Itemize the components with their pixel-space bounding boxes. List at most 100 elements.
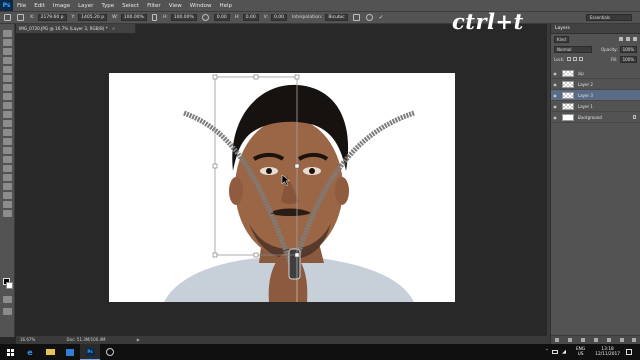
x-field[interactable]: 2179.60 p <box>37 14 67 21</box>
menu-type[interactable]: Type <box>97 3 118 9</box>
healing-brush-tool-icon[interactable] <box>2 84 12 91</box>
input-language[interactable]: ENG US <box>576 347 585 357</box>
canvas-area[interactable] <box>16 33 547 335</box>
fill-field[interactable]: 100% <box>619 55 637 63</box>
layer-row-zip[interactable]: ◉ zip <box>551 68 640 79</box>
history-brush-tool-icon[interactable] <box>2 111 12 118</box>
background-color-swatch[interactable] <box>6 282 13 289</box>
tab-layers[interactable]: Layers <box>551 24 640 34</box>
document-tab[interactable]: IMG_0720.JPG @ 16.7% (Layer 3, RGB/8) * × <box>16 24 136 33</box>
camera-icon <box>106 348 114 356</box>
new-layer-icon[interactable] <box>619 338 624 342</box>
notifications-icon[interactable] <box>626 349 632 355</box>
zoom-tool-icon[interactable] <box>2 201 12 208</box>
commit-transform-icon[interactable]: ✓ <box>379 14 386 21</box>
clone-stamp-tool-icon[interactable] <box>2 102 12 109</box>
start-button[interactable] <box>0 348 20 356</box>
hand-tool-icon[interactable] <box>2 192 12 199</box>
close-document-icon[interactable]: × <box>112 26 116 31</box>
warp-icon[interactable] <box>352 14 360 21</box>
menu-window[interactable]: Window <box>186 3 216 9</box>
reference-point-icon[interactable] <box>17 14 24 21</box>
taskbar-store[interactable] <box>60 344 80 360</box>
lock-position-icon[interactable] <box>573 57 578 61</box>
filter-adjustment-icon[interactable] <box>626 37 630 41</box>
eyedropper-tool-icon[interactable] <box>2 75 12 82</box>
lasso-tool-icon[interactable] <box>2 48 12 55</box>
blend-mode-select[interactable]: Normal <box>554 45 592 53</box>
visibility-eye-icon[interactable]: ◉ <box>551 82 559 87</box>
screen-mode-icon[interactable] <box>3 308 12 315</box>
lock-all-icon[interactable] <box>579 57 584 61</box>
layer-style-icon[interactable] <box>568 338 573 342</box>
delete-layer-icon[interactable] <box>632 338 637 342</box>
gradient-tool-icon[interactable] <box>2 129 12 136</box>
layer-row-background[interactable]: ◉ Background <box>551 112 640 123</box>
opacity-field[interactable]: 100% <box>619 45 637 53</box>
document-canvas[interactable] <box>109 73 455 302</box>
layer-filter-row: Kind <box>551 34 640 44</box>
move-tool-icon[interactable] <box>2 30 12 37</box>
menu-layer[interactable]: Layer <box>74 3 97 9</box>
zoom-level[interactable]: 16.67% <box>20 337 35 342</box>
taskbar-explorer[interactable] <box>40 344 60 360</box>
visibility-eye-icon[interactable]: ◉ <box>551 115 559 120</box>
region-code: US <box>577 352 584 357</box>
quick-select-tool-icon[interactable] <box>2 57 12 64</box>
volume-icon[interactable]: ◢ <box>562 349 566 355</box>
menu-file[interactable]: File <box>13 3 30 9</box>
menu-edit[interactable]: Edit <box>30 3 49 9</box>
filter-type-icon[interactable] <box>633 37 637 41</box>
taskbar-photoshop[interactable]: Ps <box>80 344 100 360</box>
show-hidden-icons-icon[interactable]: ˄ <box>546 349 549 355</box>
vskew-field[interactable]: 0.00 <box>270 14 287 21</box>
workspace-switcher[interactable]: Essentials <box>586 14 632 21</box>
taskbar-edge[interactable]: e <box>20 344 40 360</box>
visibility-eye-icon[interactable]: ◉ <box>551 71 559 76</box>
visibility-eye-icon[interactable]: ◉ <box>551 104 559 109</box>
pen-tool-icon[interactable] <box>2 156 12 163</box>
dodge-tool-icon[interactable] <box>2 147 12 154</box>
battery-icon[interactable] <box>552 350 559 354</box>
visibility-eye-icon[interactable]: ◉ <box>551 93 559 98</box>
shape-tool-icon[interactable] <box>2 183 12 190</box>
menu-select[interactable]: Select <box>118 3 143 9</box>
adjustment-layer-icon[interactable] <box>593 338 598 342</box>
eraser-tool-icon[interactable] <box>2 120 12 127</box>
layer-row-layer-3[interactable]: ◉ Layer 3 <box>551 90 640 101</box>
height-field[interactable]: 100.00% <box>170 14 197 21</box>
clock[interactable]: 13:18 12/11/2017 <box>595 347 620 357</box>
layer-row-layer-2[interactable]: ◉ Layer 2 <box>551 79 640 90</box>
new-group-icon[interactable] <box>606 338 611 342</box>
crop-tool-icon[interactable] <box>2 66 12 73</box>
menu-image[interactable]: Image <box>49 3 74 9</box>
link-layers-icon[interactable] <box>555 338 560 342</box>
marquee-tool-icon[interactable] <box>2 39 12 46</box>
y-field[interactable]: 1405.20 p <box>78 14 108 21</box>
menu-help[interactable]: Help <box>215 3 236 9</box>
layer-filter-select[interactable]: Kind <box>554 35 569 43</box>
hskew-field[interactable]: 0.00 <box>242 14 259 21</box>
type-tool-icon[interactable] <box>2 165 12 172</box>
path-select-tool-icon[interactable] <box>2 174 12 181</box>
document-size: Doc: 51.3M/100.4M <box>66 337 106 342</box>
menu-view[interactable]: View <box>165 3 186 9</box>
brush-tool-icon[interactable] <box>2 93 12 100</box>
status-menu-arrow-icon[interactable]: ▶ <box>137 337 140 342</box>
add-mask-icon[interactable] <box>581 338 586 342</box>
rotation-field[interactable]: 0.00 <box>213 14 230 21</box>
transform-tool-icon[interactable] <box>4 14 11 21</box>
menu-filter[interactable]: Filter <box>143 3 165 9</box>
link-icon[interactable] <box>151 14 157 21</box>
more-tools-icon[interactable] <box>2 210 12 217</box>
filter-pixel-icon[interactable] <box>619 37 623 41</box>
lock-pixels-icon[interactable] <box>567 57 572 61</box>
interpolation-select[interactable]: Bicubic <box>325 14 348 21</box>
layer-row-layer-1[interactable]: ◉ Layer 1 <box>551 101 640 112</box>
cancel-transform-icon[interactable] <box>365 14 373 21</box>
taskbar-camera[interactable] <box>100 344 120 360</box>
quick-mask-icon[interactable] <box>3 296 12 303</box>
blur-tool-icon[interactable] <box>2 138 12 145</box>
width-field[interactable]: 100.00% <box>120 14 147 21</box>
transform-handle <box>294 74 300 80</box>
